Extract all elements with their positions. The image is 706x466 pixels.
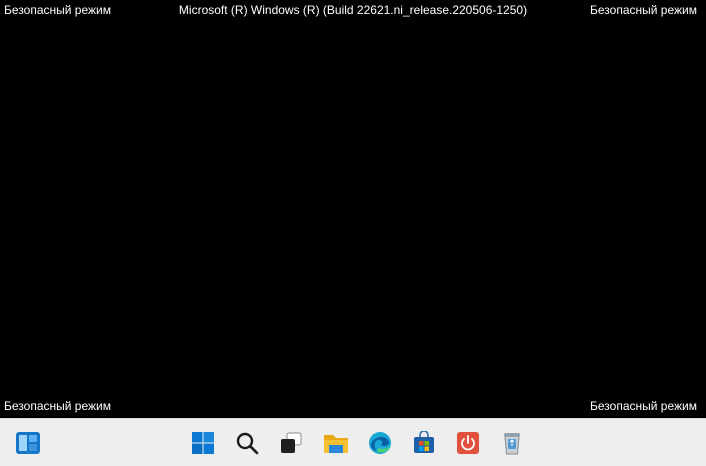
search-button[interactable] [229, 425, 265, 461]
file-explorer-button[interactable] [318, 425, 354, 461]
safe-mode-label-bottom-left: Безопасный режим [4, 399, 111, 413]
taskbar [0, 418, 706, 466]
power-app-button[interactable] [450, 425, 486, 461]
recycle-bin-button[interactable] [494, 425, 530, 461]
microsoft-store-icon [414, 431, 434, 453]
task-view-icon [281, 432, 302, 453]
search-icon [236, 432, 259, 455]
folder-icon [324, 435, 348, 453]
safe-mode-label-bottom-right: Безопасный режим [590, 399, 697, 413]
edge-button[interactable] [362, 425, 398, 461]
windows-start-icon [192, 432, 214, 454]
power-icon [457, 432, 479, 454]
start-button[interactable] [185, 425, 221, 461]
task-view-button[interactable] [273, 425, 309, 461]
edge-browser-icon [369, 432, 391, 454]
recycle-bin-icon [504, 433, 520, 455]
desktop: Безопасный режим Microsoft (R) Windows (… [0, 0, 706, 418]
widgets-icon [16, 432, 40, 454]
widgets-button[interactable] [10, 425, 46, 461]
microsoft-store-button[interactable] [406, 425, 442, 461]
safe-mode-label-top-right: Безопасный режим [590, 3, 697, 17]
